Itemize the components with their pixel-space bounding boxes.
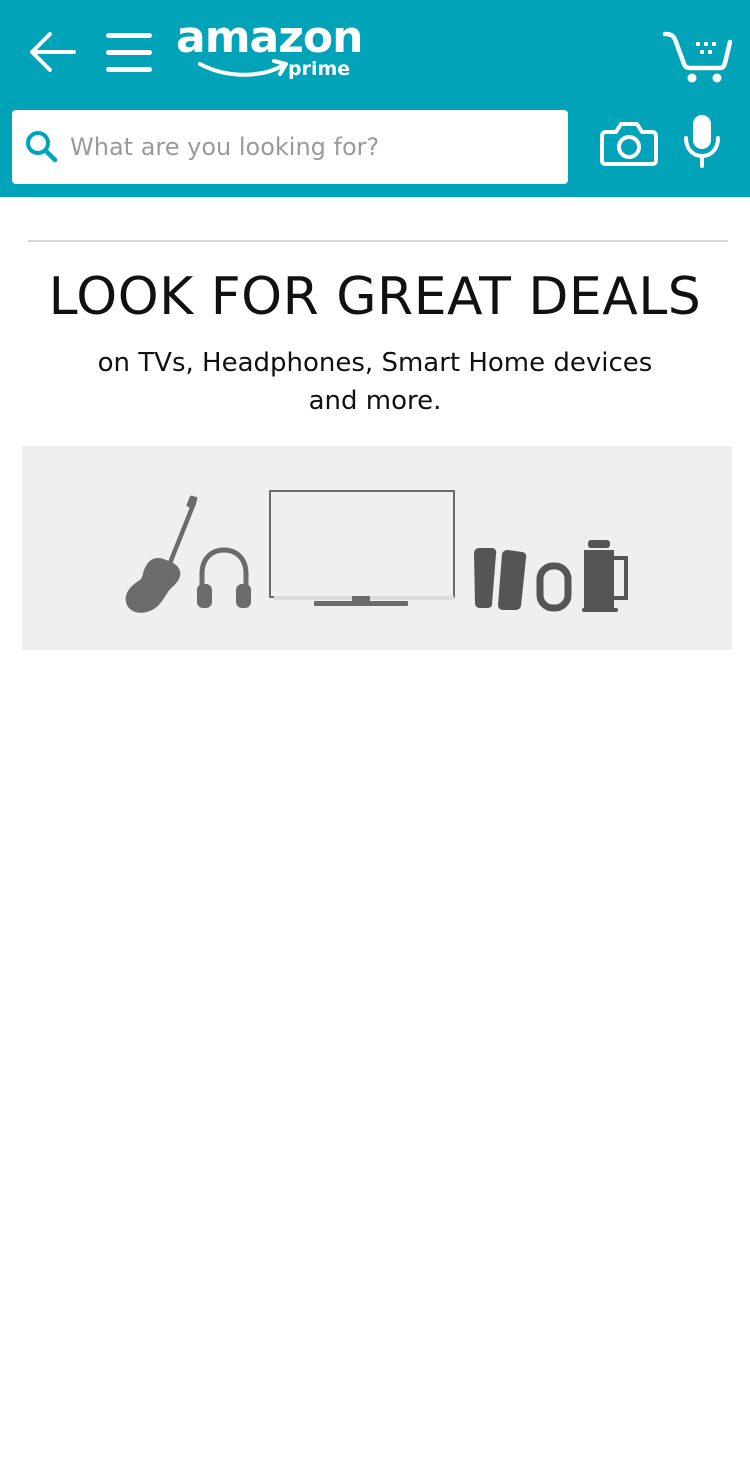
cart-icon[interactable]	[662, 28, 733, 84]
coffee-maker-icon	[582, 540, 628, 612]
amazon-prime-logo[interactable]: amazon prime	[176, 16, 363, 86]
page: amazon prime What are you looking for? L…	[0, 0, 750, 1460]
guitar-icon	[125, 495, 198, 613]
logo-prime-label: prime	[288, 58, 351, 80]
hamburger-menu-icon[interactable]	[102, 24, 156, 80]
microphone-icon[interactable]	[680, 112, 724, 172]
camera-icon[interactable]	[598, 118, 660, 170]
top-app-bar: amazon prime	[0, 0, 750, 197]
section-divider	[28, 240, 728, 242]
tv-icon	[269, 490, 455, 606]
speakers-icon	[474, 548, 527, 610]
search-icon	[24, 129, 60, 165]
headphones-icon	[197, 547, 251, 608]
deals-banner[interactable]	[22, 446, 732, 650]
logo-wordmark: amazon	[176, 12, 363, 63]
deals-subheadline-line-2: and more.	[308, 386, 442, 416]
logo-smile-icon	[198, 59, 288, 77]
deals-headline: LOOK FOR GREAT DEALS	[48, 267, 702, 327]
back-arrow-icon[interactable]	[24, 24, 80, 80]
search-input[interactable]	[70, 110, 560, 184]
deals-subheadline: on TVs, Headphones, Smart Home devices a…	[75, 344, 675, 420]
deals-subheadline-line-1: on TVs, Headphones, Smart Home devices	[97, 348, 653, 378]
fitness-band-icon	[536, 562, 572, 612]
search-bar[interactable]	[12, 110, 568, 184]
